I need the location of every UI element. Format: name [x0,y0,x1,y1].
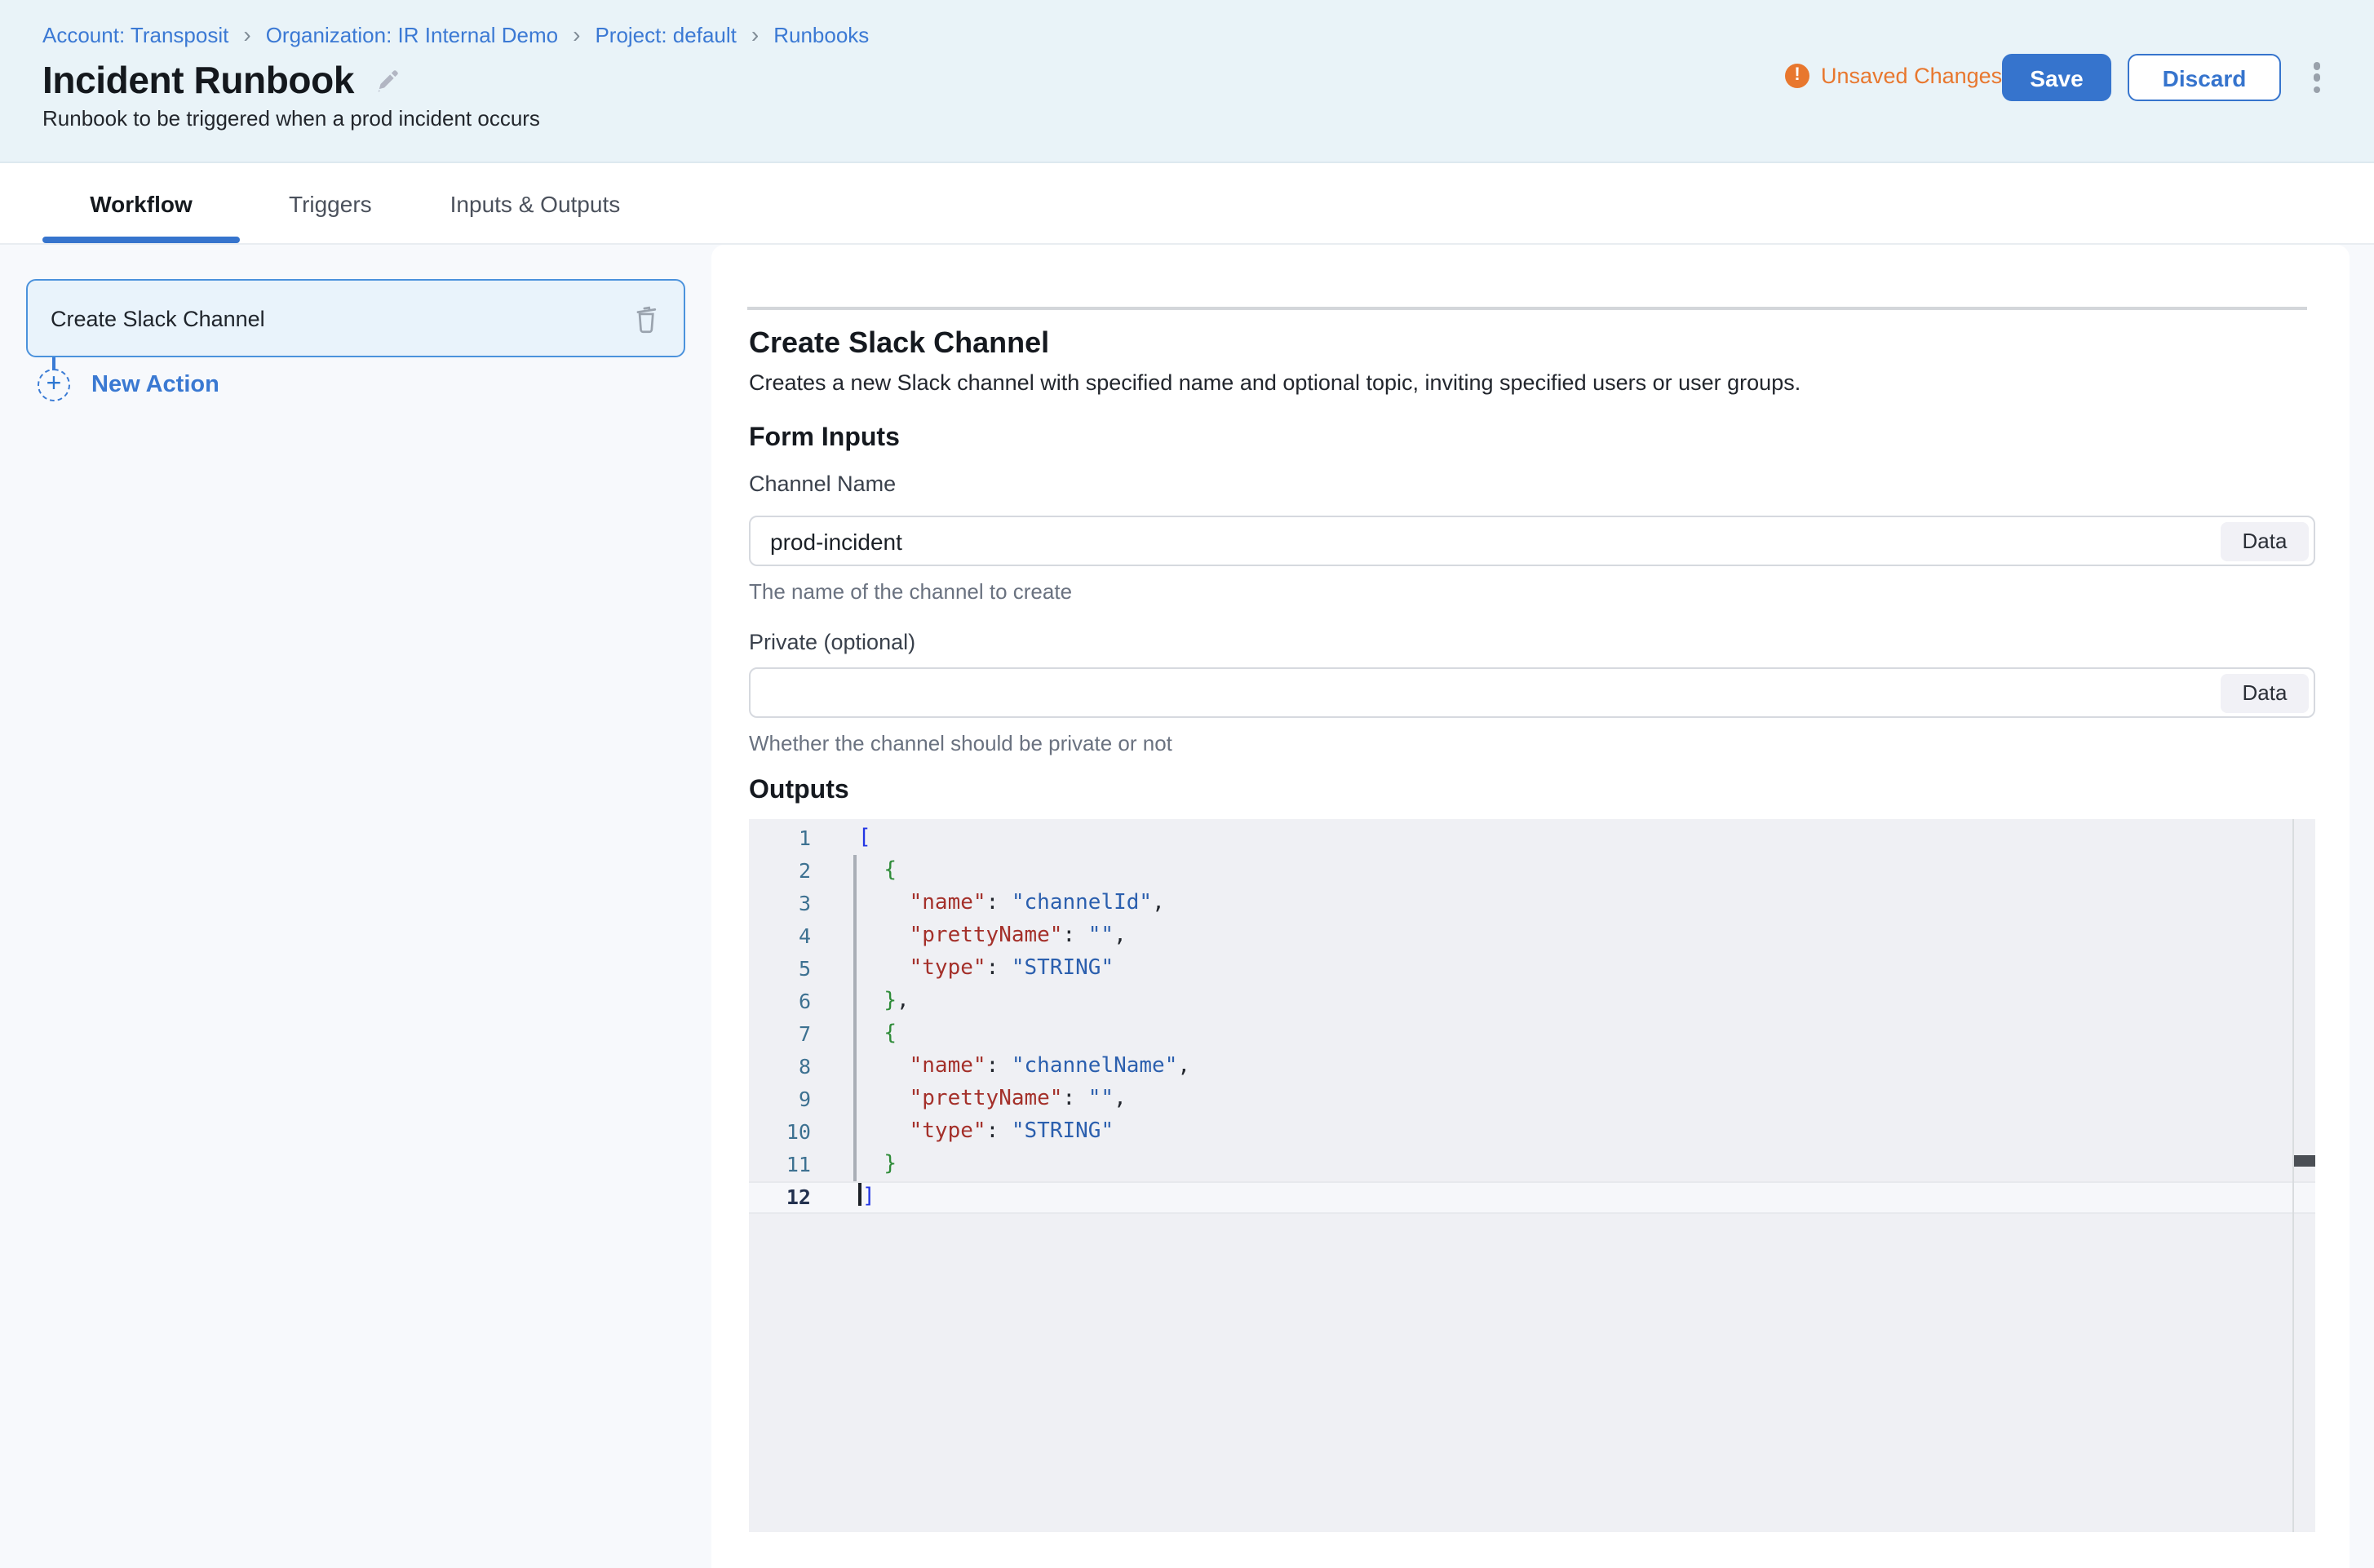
code-line-9[interactable]: 9 "prettyName": "", [749,1083,2315,1116]
text-cursor [858,1183,861,1206]
breadcrumb-organization-link[interactable]: Organization: IR Internal Demo [266,23,558,47]
channel-name-field: Data [749,516,2315,566]
divider [747,307,2307,309]
code-lines: 1[2 {3 "name": "channelId",4 "prettyName… [749,819,2315,1214]
code-line-content[interactable]: "type": "STRING" [821,1116,1114,1149]
line-number: 6 [749,986,821,1018]
chevron-right-icon: › [243,24,250,46]
code-line-content[interactable]: "prettyName": "", [821,920,1127,953]
page-subtitle: Runbook to be triggered when a prod inci… [42,106,540,131]
tab-inputs-outputs[interactable]: Inputs & Outputs [424,163,647,243]
runbook-editor-page: Account: Transposit › Organization: IR I… [0,0,2374,1568]
workflow-action-card[interactable]: Create Slack Channel [26,279,685,357]
line-number: 8 [749,1051,821,1083]
line-number: 10 [749,1116,821,1149]
code-line-content[interactable]: "prettyName": "", [821,1083,1127,1116]
page-title: Incident Runbook [42,59,354,103]
private-input[interactable] [749,667,2315,718]
outputs-code-editor[interactable]: 1[2 {3 "name": "channelId",4 "prettyName… [749,819,2315,1532]
outputs-heading: Outputs [749,777,849,806]
unsaved-changes-label: Unsaved Changes [1821,64,2002,88]
editor-scrollbar-thumb[interactable] [2294,1155,2315,1167]
code-line-5[interactable]: 5 "type": "STRING" [749,953,2315,986]
line-number: 11 [749,1149,821,1181]
discard-button[interactable]: Discard [2128,54,2281,101]
kebab-dot-icon [2314,62,2321,69]
line-number: 4 [749,920,821,953]
warning-icon: ! [1785,64,1809,88]
tab-bar: Workflow Triggers Inputs & Outputs [0,163,2374,245]
action-description: Creates a new Slack channel with specifi… [749,370,1800,395]
line-number: 1 [749,822,821,855]
page-header: Account: Transposit › Organization: IR I… [0,0,2374,163]
edit-title-button[interactable] [375,66,405,95]
code-line-11[interactable]: 11 } [749,1149,2315,1181]
code-line-7[interactable]: 7 { [749,1018,2315,1051]
code-line-12[interactable]: 12] [749,1181,2315,1214]
chevron-right-icon: › [751,24,759,46]
chevron-right-icon: › [573,24,580,46]
code-line-content[interactable]: ] [821,1181,875,1214]
line-number: 3 [749,888,821,920]
delete-action-button[interactable] [631,302,661,334]
line-number: 9 [749,1083,821,1116]
code-line-content[interactable]: }, [821,986,910,1018]
tab-triggers[interactable]: Triggers [263,163,398,243]
plus-icon: + [38,369,70,401]
code-line-1[interactable]: 1[ [749,822,2315,855]
breadcrumb-account-link[interactable]: Account: Transposit [42,23,228,47]
tab-workflow[interactable]: Workflow [42,163,240,243]
new-action-button[interactable]: + New Action [38,369,219,401]
trash-icon [631,315,661,339]
action-title: Create Slack Channel [749,326,1049,361]
code-line-6[interactable]: 6 }, [749,986,2315,1018]
private-data-button[interactable]: Data [2221,673,2309,712]
code-line-content[interactable]: } [821,1149,897,1181]
channel-name-helper: The name of the channel to create [749,579,1072,604]
code-line-content[interactable]: "name": "channelId", [821,888,1165,920]
code-line-content[interactable]: { [821,1018,897,1051]
overflow-menu-button[interactable] [2304,59,2330,96]
code-line-content[interactable]: [ [821,822,871,855]
code-line-3[interactable]: 3 "name": "channelId", [749,888,2315,920]
title-row: Incident Runbook [42,59,405,103]
private-helper: Whether the channel should be private or… [749,731,1172,755]
line-number: 2 [749,855,821,888]
private-field: Data [749,667,2315,718]
breadcrumb: Account: Transposit › Organization: IR I… [42,23,869,47]
code-line-10[interactable]: 10 "type": "STRING" [749,1116,2315,1149]
channel-name-input[interactable] [749,516,2315,566]
code-line-8[interactable]: 8 "name": "channelName", [749,1051,2315,1083]
code-line-content[interactable]: "type": "STRING" [821,953,1114,986]
kebab-dot-icon [2314,74,2321,82]
line-number: 12 [749,1181,821,1214]
form-inputs-heading: Form Inputs [749,424,900,454]
channel-name-data-button[interactable]: Data [2221,521,2309,560]
action-card-label: Create Slack Channel [51,306,265,330]
code-line-content[interactable]: "name": "channelName", [821,1051,1190,1083]
breadcrumb-project-link[interactable]: Project: default [595,23,736,47]
line-number: 5 [749,953,821,986]
channel-name-label: Channel Name [749,472,896,496]
breadcrumb-runbooks-link[interactable]: Runbooks [773,23,869,47]
private-label: Private (optional) [749,630,915,654]
action-detail-panel: Create Slack Channel Creates a new Slack… [711,245,2350,1568]
pencil-icon [375,64,403,97]
editor-scrollbar-track[interactable] [2292,819,2294,1532]
line-number: 7 [749,1018,821,1051]
code-line-content[interactable]: { [821,855,897,888]
workflow-steps-panel: Create Slack Channel + New Action [0,245,711,1568]
code-line-2[interactable]: 2 { [749,855,2315,888]
kebab-dot-icon [2314,86,2321,93]
unsaved-changes-badge: ! Unsaved Changes [1785,64,2002,88]
save-button[interactable]: Save [2002,54,2111,101]
code-line-4[interactable]: 4 "prettyName": "", [749,920,2315,953]
content-area: Create Slack Channel + New Action [0,245,2374,1568]
new-action-label: New Action [91,372,219,398]
